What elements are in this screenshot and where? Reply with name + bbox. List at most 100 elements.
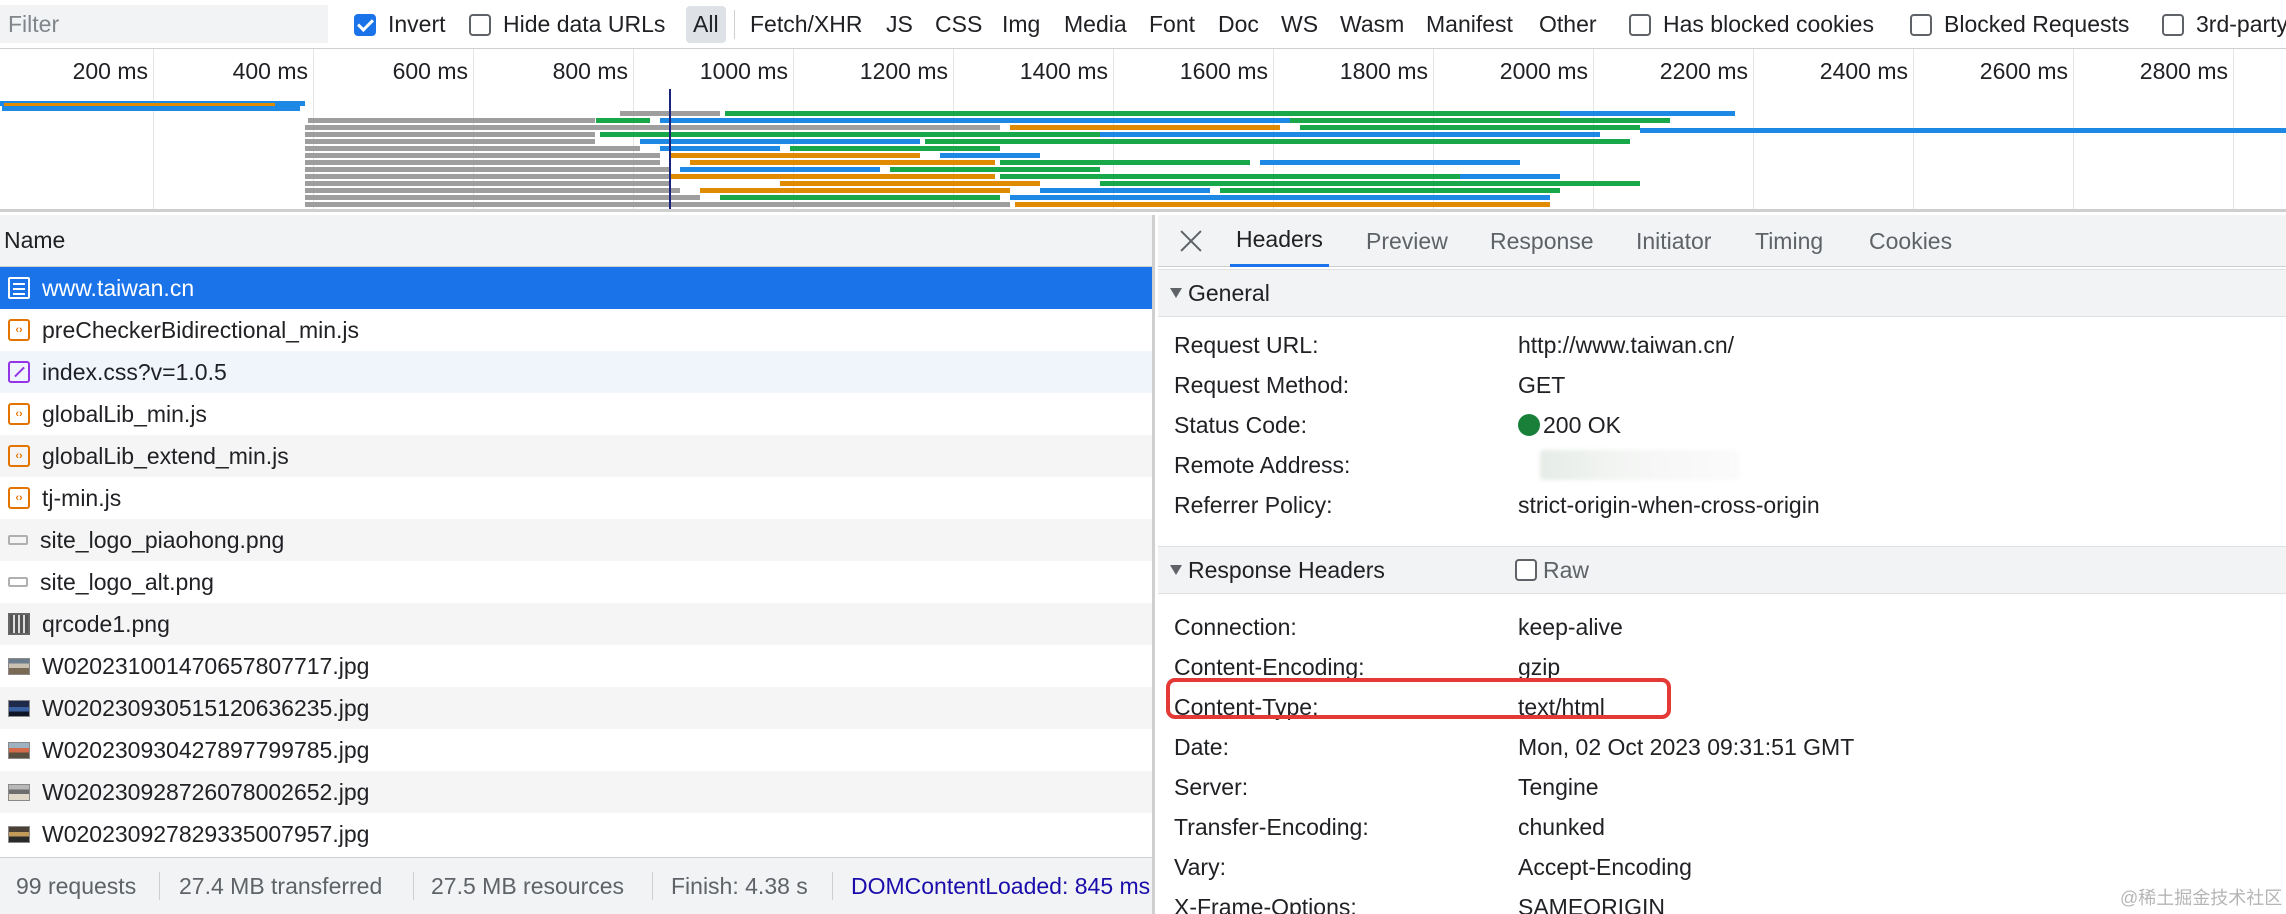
- tab-timing[interactable]: Timing: [1749, 215, 1829, 267]
- status-bar: 99 requests 27.4 MB transferred 27.5 MB …: [0, 857, 1152, 914]
- response-header-key: Connection:: [1174, 614, 1297, 640]
- timeline-tick-label: 800 ms: [552, 58, 628, 84]
- waterfall-bar: [1560, 111, 1735, 116]
- request-row[interactable]: W020230930515120636235.jpg: [0, 687, 1152, 729]
- request-row[interactable]: qrcode1.png: [0, 603, 1152, 645]
- dom-content-loaded-time: DOMContentLoaded: 845 ms: [851, 873, 1151, 899]
- checkbox-icon: [2162, 13, 2184, 36]
- waterfall-bar: [596, 118, 650, 123]
- waterfall-bar: [305, 153, 660, 158]
- blocked-requests-checkbox[interactable]: Blocked Requests: [1910, 0, 2129, 49]
- waterfall-bar: [670, 174, 995, 179]
- request-row[interactable]: site_logo_piaohong.png: [0, 519, 1152, 561]
- waterfall-bar: [305, 139, 595, 144]
- waterfall-bar: [600, 132, 1100, 137]
- tab-preview[interactable]: Preview: [1360, 215, 1454, 267]
- response-header-value: keep-alive: [1518, 614, 1623, 640]
- response-headers-title: Response Headers: [1188, 556, 1385, 583]
- request-name: index.css?v=1.0.5: [42, 358, 227, 385]
- remote-address-redacted: [1540, 450, 1740, 480]
- type-filter-other[interactable]: Other: [1532, 6, 1604, 43]
- waterfall-bar: [305, 132, 595, 137]
- waterfall-bar: [305, 167, 670, 172]
- invert-label: Invert: [388, 11, 446, 37]
- waterfall-bar: [1000, 174, 1460, 179]
- toolbar-divider: [734, 10, 735, 39]
- request-details-panel: Headers Preview Response Initiator Timin…: [1158, 215, 2286, 914]
- remote-address-key: Remote Address:: [1174, 452, 1351, 478]
- type-filter-font[interactable]: Font: [1142, 6, 1202, 43]
- waterfall-bar: [1010, 125, 1280, 130]
- request-row[interactable]: W020231001470657807717.jpg: [0, 645, 1152, 687]
- network-overview-timeline[interactable]: 200 ms 400 ms 600 ms 800 ms 1000 ms 1200 ms 14…: [0, 49, 2286, 212]
- tab-response[interactable]: Response: [1484, 215, 1600, 267]
- type-filter-doc[interactable]: Doc: [1211, 6, 1266, 43]
- waterfall-bar: [1015, 202, 1550, 207]
- type-filter-css[interactable]: CSS: [928, 6, 989, 43]
- timeline-gridline: [153, 49, 154, 209]
- third-party-checkbox[interactable]: 3rd-party: [2162, 0, 2286, 49]
- type-filter-fetch-xhr[interactable]: Fetch/XHR: [743, 6, 869, 43]
- timeline-tick-label: 2400 ms: [1819, 58, 1908, 84]
- request-row[interactable]: ‹› globalLib_min.js: [0, 393, 1152, 435]
- hide-data-urls-checkbox[interactable]: Hide data URLs: [469, 0, 665, 49]
- transferred-size: 27.4 MB transferred: [179, 873, 383, 899]
- timeline-gridline: [1593, 49, 1594, 209]
- tab-initiator[interactable]: Initiator: [1630, 215, 1717, 267]
- close-icon[interactable]: [1176, 226, 1206, 256]
- resources-size: 27.5 MB resources: [431, 873, 625, 899]
- checkbox-icon: [1629, 13, 1651, 36]
- status-divider: [159, 872, 160, 900]
- has-blocked-cookies-label: Has blocked cookies: [1663, 11, 1874, 37]
- raw-toggle[interactable]: Raw: [1515, 557, 1589, 584]
- referrer-policy-key: Referrer Policy:: [1174, 492, 1333, 518]
- waterfall-bar: [720, 195, 1000, 200]
- has-blocked-cookies-checkbox[interactable]: Has blocked cookies: [1629, 0, 1874, 49]
- response-headers-section-header[interactable]: Response Headers Raw: [1158, 546, 2286, 594]
- waterfall-bar: [660, 118, 1290, 123]
- request-row[interactable]: site_logo_alt.png: [0, 561, 1152, 603]
- status-code-value: 200 OK: [1518, 412, 1621, 439]
- request-row[interactable]: ‹› preCheckerBidirectional_min.js: [0, 309, 1152, 351]
- third-party-label: 3rd-party: [2196, 11, 2286, 37]
- request-row[interactable]: W020230928726078002652.jpg: [0, 771, 1152, 813]
- request-row[interactable]: index.css?v=1.0.5: [0, 351, 1152, 393]
- status-divider: [413, 872, 414, 900]
- waterfall-bar: [2, 106, 300, 111]
- request-name: www.taiwan.cn: [42, 274, 195, 301]
- request-row[interactable]: W020230927829335007957.jpg: [0, 813, 1152, 855]
- type-filter-js[interactable]: JS: [879, 6, 920, 43]
- type-filter-wasm[interactable]: Wasm: [1333, 6, 1411, 43]
- type-filter-img[interactable]: Img: [995, 6, 1047, 43]
- type-filter-all[interactable]: All: [686, 6, 726, 43]
- expand-triangle-icon: [1170, 565, 1182, 575]
- waterfall-bar: [790, 146, 1000, 151]
- request-method-key: Request Method:: [1174, 372, 1350, 398]
- timeline-tick-label: 2600 ms: [1979, 58, 2068, 84]
- waterfall-bar: [1290, 118, 1670, 123]
- waterfall-bar: [940, 153, 1040, 158]
- tab-headers[interactable]: Headers: [1230, 215, 1329, 267]
- general-section-header[interactable]: General: [1158, 269, 2286, 317]
- waterfall-bar: [1300, 125, 1640, 130]
- request-row[interactable]: ‹› globalLib_extend_min.js: [0, 435, 1152, 477]
- invert-checkbox[interactable]: Invert: [354, 0, 446, 49]
- request-list: Name www.taiwan.cn ‹› preCheckerBidirectio…: [0, 215, 1155, 914]
- waterfall-bar: [700, 188, 1010, 193]
- name-column-header[interactable]: Name: [0, 215, 1152, 267]
- tab-cookies[interactable]: Cookies: [1863, 215, 1958, 267]
- qrcode-image-icon: [8, 613, 30, 635]
- type-filter-media[interactable]: Media: [1057, 6, 1134, 43]
- type-filter-ws[interactable]: WS: [1274, 6, 1325, 43]
- waterfall-bar: [1000, 160, 1250, 165]
- request-row[interactable]: www.taiwan.cn: [0, 267, 1152, 309]
- request-row[interactable]: W020230930427897799785.jpg: [0, 729, 1152, 771]
- thumbnail-icon: [8, 783, 30, 801]
- type-filter-manifest[interactable]: Manifest: [1419, 6, 1520, 43]
- filter-input[interactable]: [0, 5, 328, 43]
- response-header-key: Content-Encoding:: [1174, 654, 1365, 680]
- waterfall-bar: [1100, 181, 1640, 186]
- request-row[interactable]: ‹› tj-min.js: [0, 477, 1152, 519]
- waterfall-bar: [1460, 174, 1560, 179]
- waterfall-bar: [1220, 188, 1560, 193]
